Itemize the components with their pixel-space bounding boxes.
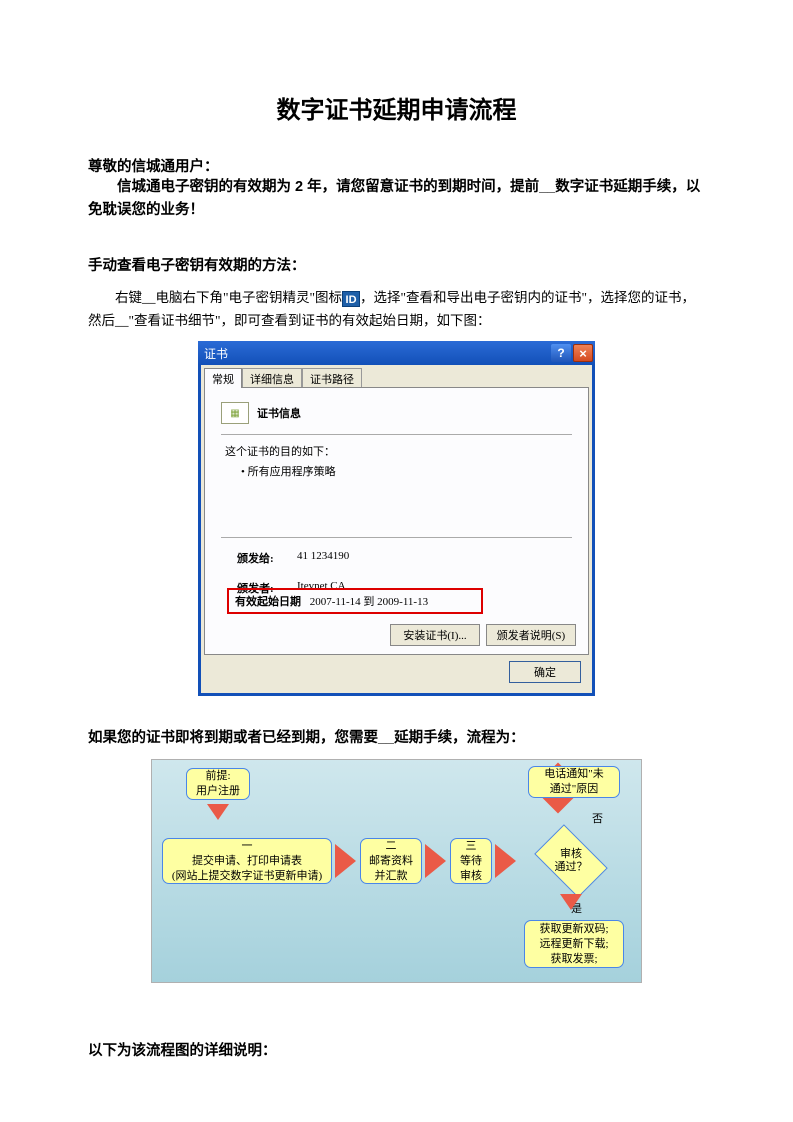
footer-note: 以下为该流程图的详细说明： (88, 1039, 705, 1060)
flow-step3: 三等待审核 (450, 838, 492, 884)
purpose-item: • 所有应用程序策略 (241, 463, 572, 479)
flow-approve: 获取更新双码;远程更新下载;获取发票; (524, 920, 624, 968)
arrow-right-icon (335, 844, 356, 878)
section2-heading: 如果您的证书即将到期或者已经到期，您需要__延期手续，流程为： (88, 726, 705, 747)
tab-path[interactable]: 证书路径 (302, 368, 362, 388)
flow-step2: 二邮寄资料并汇款 (360, 838, 422, 884)
flow-precondition: 前提:用户注册 (186, 768, 250, 800)
label-no: 否 (592, 810, 603, 826)
section1-heading: 手动查看电子密钥有效期的方法： (88, 254, 705, 275)
para-part-a: 右键__电脑右下角"电子密钥精灵"图标 (115, 290, 342, 305)
cert-info-heading: 证书信息 (257, 405, 301, 421)
certificate-icon: ▦ (221, 402, 249, 424)
arrow-right-icon (425, 844, 446, 878)
key-spirit-icon: ID (342, 291, 360, 307)
tab-details[interactable]: 详细信息 (242, 368, 302, 388)
titlebar: 证书 ? × (198, 341, 595, 365)
greeting: 尊敬的信城通用户： (88, 155, 705, 176)
install-cert-button[interactable]: 安装证书(I)... (390, 624, 480, 646)
arrow-right-icon (495, 844, 516, 878)
validity-highlight: 有效起始日期 2007-11-14 到 2009-11-13 (227, 588, 483, 614)
validity-label: 有效起始日期 (235, 596, 301, 608)
validity-value: 2007-11-14 到 2009-11-13 (310, 596, 428, 608)
page-title: 数字证书延期申请流程 (88, 90, 705, 125)
intro-text: 信城通电子密钥的有效期为 2 年，请您留意证书的到期时间，提前__数字证书延期手… (88, 176, 705, 222)
certificate-dialog: 证书 ? × 常规 详细信息 证书路径 ▦ 证书信息 这个证书的目的如下： • … (198, 341, 595, 696)
section1-para: 右键__电脑右下角"电子密钥精灵"图标ID，选择"查看和导出电子密钥内的证书"，… (88, 287, 705, 333)
dialog-body: 常规 详细信息 证书路径 ▦ 证书信息 这个证书的目的如下： • 所有应用程序策… (198, 365, 595, 696)
ok-button[interactable]: 确定 (509, 661, 581, 683)
flow-reject: 电话通知"未通过"原因 (528, 766, 620, 798)
flowchart: 前提:用户注册 一提交申请、打印申请表(网站上提交数字证书更新申请) 二邮寄资料… (151, 759, 642, 983)
titlebar-text: 证书 (204, 345, 549, 362)
issued-to-value: 41 1234190 (297, 550, 349, 566)
tab-general[interactable]: 常规 (204, 368, 242, 388)
issued-to-label: 颁发给: (237, 550, 297, 566)
arrow-down-icon (207, 804, 229, 820)
close-button[interactable]: × (573, 344, 593, 362)
arrow-down-icon (560, 894, 582, 910)
purpose-heading: 这个证书的目的如下： (225, 443, 572, 459)
flow-step1: 一提交申请、打印申请表(网站上提交数字证书更新申请) (162, 838, 332, 884)
tab-content: ▦ 证书信息 这个证书的目的如下： • 所有应用程序策略 颁发给: 41 123… (204, 387, 589, 655)
help-button[interactable]: ? (551, 344, 571, 362)
issuer-statement-button[interactable]: 颁发者说明(S) (486, 624, 576, 646)
flow-decision-text: 审核通过？ (536, 848, 606, 874)
